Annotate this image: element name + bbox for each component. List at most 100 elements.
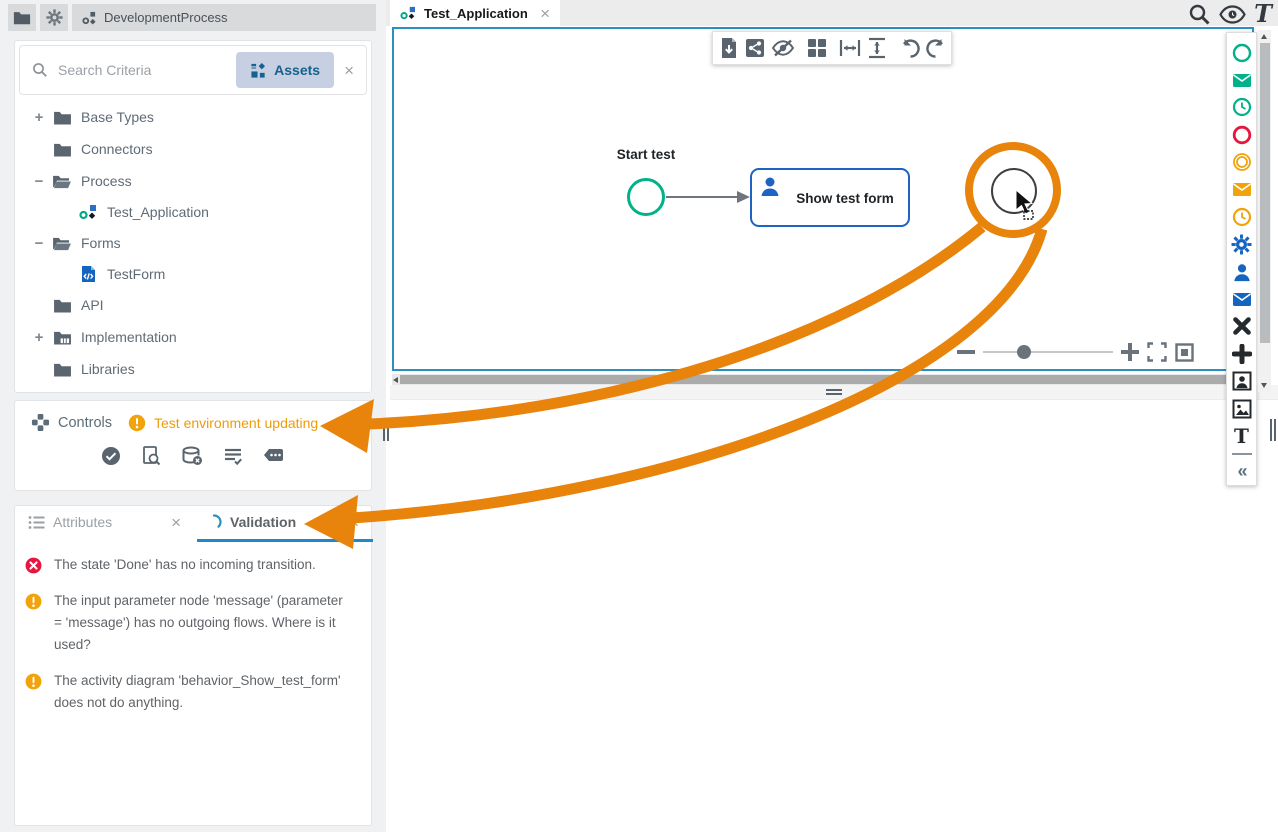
user-task-tool[interactable] [1229,258,1255,285]
tree-item-connectors[interactable]: Connectors [15,133,371,165]
text-tool-icon[interactable]: T [1254,2,1272,26]
canvas-vertical-scrollbar[interactable] [1258,30,1271,392]
intermediate-event-tool[interactable] [1229,149,1255,176]
end-event-tool[interactable] [1229,121,1255,148]
expand-icon[interactable]: + [29,109,49,126]
validation-message[interactable]: The state 'Done' has no incoming transit… [15,547,371,583]
validation-message-text: The activity diagram 'behavior_Show_test… [54,670,354,714]
inspector-card: Attributes × Validation × The state 'Don… [14,505,372,826]
undo-icon[interactable] [899,38,920,58]
warning-icon [25,673,42,690]
message-intermediate-event-tool[interactable] [1229,176,1255,203]
global-search-icon[interactable] [1188,3,1211,26]
folder-icon [53,142,72,157]
zoom-slider-handle[interactable] [1017,345,1031,359]
send-task-tool[interactable] [1229,285,1255,312]
canvas-toolbar [712,31,952,65]
transition-connector[interactable] [665,187,755,207]
document-search-icon[interactable] [141,446,161,469]
fullscreen-icon[interactable] [1147,342,1167,362]
tab-attributes[interactable]: Attributes × [15,506,193,538]
check-circle-icon[interactable] [101,446,121,469]
validation-message[interactable]: The input parameter node 'message' (para… [15,583,371,663]
grid-layout-icon[interactable] [807,38,827,58]
expand-icon[interactable]: + [29,329,49,346]
tree-item-forms[interactable]: − Forms [15,227,371,259]
portrait-image-tool[interactable] [1229,368,1255,395]
tree-item-testform[interactable]: TestForm [15,259,371,289]
controls-title: Controls [58,415,112,431]
message-start-event-tool[interactable] [1229,66,1255,93]
right-splitter-handle[interactable] [1268,419,1277,441]
process-icon [82,11,97,25]
application-window: DevelopmentProcess Search Criteria Asset… [0,0,1278,832]
project-name: DevelopmentProcess [104,10,228,25]
close-tab-icon[interactable]: × [540,5,550,22]
list-check-icon[interactable] [223,446,243,469]
close-tab-icon[interactable]: × [171,514,181,531]
settings-button[interactable] [40,4,68,31]
collapse-icon[interactable]: − [29,173,49,190]
redo-icon[interactable] [926,38,947,58]
watch-icon[interactable] [1219,5,1246,24]
tree-item-label: API [81,297,104,313]
canvas-horizontal-scrollbar[interactable] [392,374,1256,385]
horizontal-spacing-icon[interactable] [839,38,861,58]
start-event-tool[interactable] [1229,39,1255,66]
tree-item-implementation[interactable]: + Implementation [15,321,371,353]
task-node-show-test-form[interactable]: Show test form [750,168,910,227]
text-tool[interactable]: T [1229,422,1255,449]
search-input[interactable]: Search Criteria [58,62,226,78]
tag-ellipsis-icon[interactable] [263,446,285,469]
parallel-gateway-tool[interactable] [1229,340,1255,367]
canvas-splitter[interactable] [390,385,1278,399]
end-node[interactable] [991,168,1037,214]
share-icon[interactable] [745,38,765,58]
scroll-down-icon[interactable] [1261,383,1267,388]
folder-icon [53,362,72,377]
active-tab-indicator [197,539,373,542]
tree-item-process[interactable]: − Process [15,165,371,197]
folder-grid-icon [53,330,72,345]
start-node[interactable] [627,178,665,216]
user-task-icon [759,175,781,197]
task-node-label: Show test form [780,170,910,227]
clear-search-button[interactable]: × [344,62,354,79]
tree-item-test-application[interactable]: Test_Application [15,197,371,227]
scrollbar-thumb[interactable] [400,375,1246,384]
zoom-in-button[interactable] [1121,343,1139,361]
current-project-button[interactable]: DevelopmentProcess [72,4,376,31]
zoom-out-button[interactable] [957,350,975,354]
assets-filter-button[interactable]: Assets [236,52,334,88]
controls-icon [31,413,50,432]
tab-test-application[interactable]: Test_Application × [390,0,560,26]
validation-message[interactable]: The activity diagram 'behavior_Show_test… [15,663,371,721]
export-icon[interactable] [719,37,739,59]
close-tab-icon[interactable]: × [349,514,359,531]
lower-editor-pane [390,399,1278,832]
canvas-splitter-handle[interactable] [822,387,846,397]
tree-item-api[interactable]: API [15,289,371,321]
hide-icon[interactable] [771,38,795,58]
panel-splitter-handle[interactable] [381,419,390,441]
tab-validation[interactable]: Validation × [193,506,371,538]
collapse-palette-button[interactable]: « [1229,458,1255,485]
search-box[interactable]: Search Criteria Assets × [19,45,367,95]
tree-item-base-types[interactable]: + Base Types [15,101,371,133]
scrollbar-thumb[interactable] [1260,43,1270,343]
scroll-left-icon[interactable] [393,377,398,383]
assets-filter-label: Assets [274,62,320,78]
image-tool[interactable] [1229,395,1255,422]
zoom-slider[interactable] [983,351,1113,353]
collapse-icon[interactable]: − [29,235,49,252]
tree-item-libraries[interactable]: Libraries [15,353,371,385]
timer-start-event-tool[interactable] [1229,94,1255,121]
service-task-tool[interactable] [1229,231,1255,258]
exclusive-gateway-tool[interactable] [1229,313,1255,340]
timer-intermediate-event-tool[interactable] [1229,203,1255,230]
scroll-up-icon[interactable] [1261,34,1267,39]
database-error-icon[interactable] [181,446,203,469]
open-project-button[interactable] [8,4,36,31]
vertical-spacing-icon[interactable] [867,37,887,59]
fit-to-screen-icon[interactable] [1175,343,1194,362]
